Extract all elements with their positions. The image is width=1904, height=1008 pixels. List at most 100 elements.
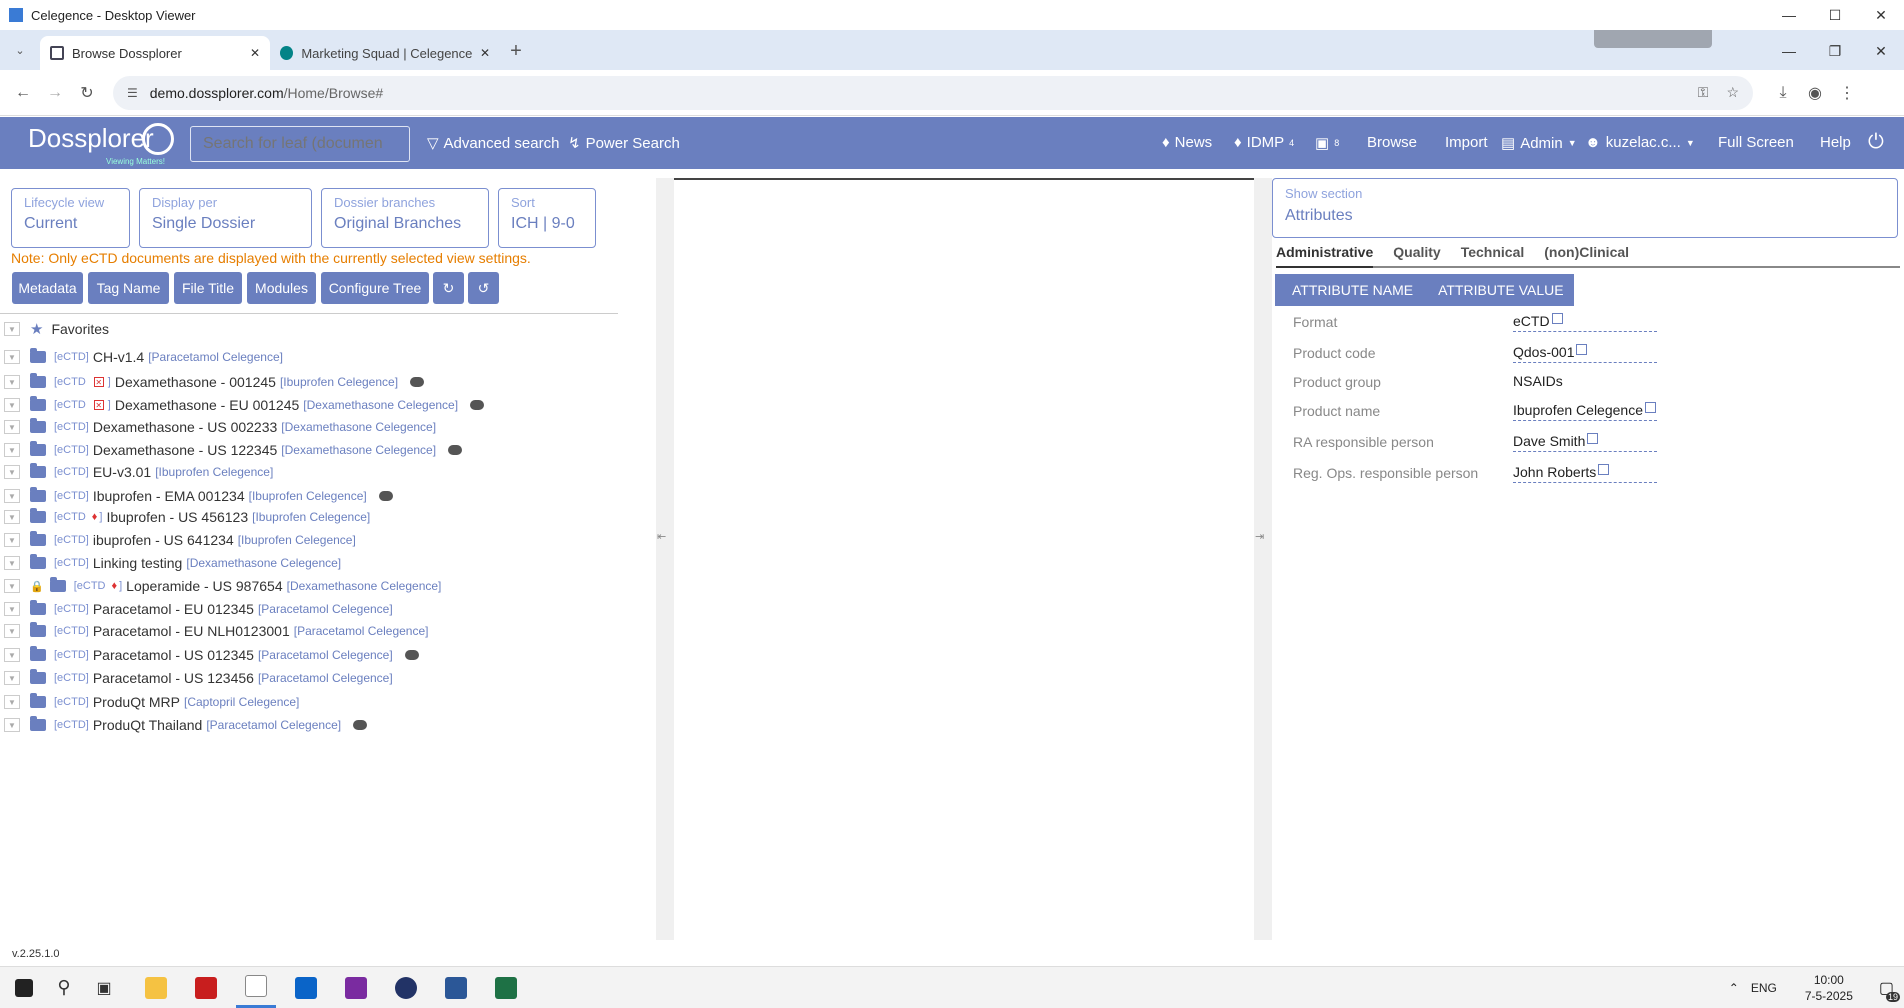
attribute-value[interactable]: Qdos-001 [1513,343,1657,363]
profile-icon[interactable]: ◉ [1799,77,1831,109]
tab-close-icon[interactable]: ✕ [480,46,490,60]
news-link[interactable]: ♦ News [1162,134,1212,151]
search-icon[interactable]: ⚲ [44,968,84,1008]
minimize-button[interactable]: — [1766,0,1812,30]
comment-icon[interactable] [448,445,463,455]
col-attribute-value[interactable]: ATTRIBUTE VALUE [1438,282,1564,298]
bookmark-star-icon[interactable]: ☆ [1726,84,1739,101]
refresh-icon[interactable]: ↻ [433,272,464,304]
modules-button[interactable]: Modules [247,272,316,304]
close-button[interactable]: ✕ [1858,0,1904,30]
show-section-select[interactable]: Show section Attributes [1272,178,1898,238]
edit-icon[interactable] [1551,312,1563,324]
url-field[interactable]: ☰ demo.dossplorer.com/Home/Browse# ⚿ ☆ [113,75,1753,110]
browser-minimize-button[interactable]: — [1766,36,1812,66]
lifecycle-view-select[interactable]: Lifecycle view Current [11,188,130,248]
import-link[interactable]: Import [1445,134,1488,151]
comment-icon[interactable] [410,377,425,387]
power-search-link[interactable]: ↯ Power Search [568,134,680,153]
left-splitter-arrow-icon[interactable]: ⇤ [657,530,666,543]
tree-item-dossier[interactable]: ▼ [eCTD ♦] Ibuprofen - US 456123 [Ibuprofen … [0,506,370,528]
right-splitter[interactable] [1254,178,1272,940]
windows-start-icon[interactable] [4,968,44,1008]
tab-nonclinical[interactable]: (non)Clinical [1544,244,1629,266]
tree-item-dossier[interactable]: ▼ [eCTD ✕] Dexamethasone - 001245 [Ibuprofen… [0,371,425,393]
tree-item-dossier[interactable]: ▼ [eCTD] EU-v3.01 [Ibuprofen Celegence] [0,461,273,483]
metadata-button[interactable]: Metadata [12,272,83,304]
tree-item-dossier[interactable]: ▼ [eCTD] Dexamethasone - US 002233 [Dexamet… [0,416,436,438]
advanced-search-link[interactable]: ▽ Advanced search [427,134,559,153]
tray-chevron-icon[interactable]: ⌃ [1729,981,1739,995]
expand-caret-icon[interactable]: ▼ [4,648,20,662]
tab-browse-dossplorer[interactable]: Browse Dossplorer ✕ [40,36,270,70]
leaf-search-input[interactable] [190,126,410,162]
tree-item-dossier[interactable]: ▼ [eCTD] ibuprofen - US 641234 [Ibuprofen C… [0,529,356,551]
notification-icon[interactable]: ▢ 19 [1879,978,1900,1002]
file-explorer-icon[interactable] [136,968,176,1008]
expand-caret-icon[interactable]: ▼ [4,718,20,732]
clock[interactable]: 10:00 7-5-2025 [1805,972,1853,1004]
back-arrow-icon[interactable]: ← [7,77,39,109]
expand-caret-icon[interactable]: ▼ [4,398,20,412]
tree-item-dossier[interactable]: ▼ [eCTD ✕] Dexamethasone - EU 001245 [Dexame… [0,394,485,416]
full-screen-link[interactable]: Full Screen [1718,134,1794,151]
tree-item-dossier[interactable]: ▼ [eCTD] ProduQt MRP [Captopril Celegence] [0,691,299,713]
reset-icon[interactable]: ↺ [468,272,499,304]
expand-caret-icon[interactable]: ▼ [4,624,20,638]
expand-caret-icon[interactable]: ▼ [4,443,20,457]
site-info-icon[interactable]: ☰ [127,86,138,100]
security-icon[interactable] [386,968,426,1008]
left-splitter[interactable] [656,178,674,940]
comment-icon[interactable] [353,720,368,730]
expand-caret-icon[interactable]: ▼ [4,579,20,593]
expand-caret-icon[interactable]: ▼ [4,671,20,685]
configure-tree-button[interactable]: Configure Tree [321,272,429,304]
tab-close-icon[interactable]: ✕ [250,46,260,60]
tree-item-dossier[interactable]: ▼ [eCTD] ProduQt Thailand [Paracetamol Cele… [0,714,368,736]
comment-icon[interactable] [404,650,419,660]
drag-strip[interactable] [1594,30,1712,48]
expand-caret-icon[interactable]: ▼ [4,533,20,547]
task-view-icon[interactable]: ▣ [84,968,124,1008]
tab-quality[interactable]: Quality [1393,244,1440,266]
dossier-branches-select[interactable]: Dossier branches Original Branches [321,188,489,248]
tab-administrative[interactable]: Administrative [1276,244,1374,268]
tag-name-button[interactable]: Tag Name [88,272,169,304]
expand-caret-icon[interactable]: ▼ [4,465,20,479]
col-attribute-name[interactable]: ATTRIBUTE NAME [1292,282,1413,298]
reload-icon[interactable]: ↻ [71,77,103,109]
file-title-button[interactable]: File Title [174,272,242,304]
excel-icon[interactable] [486,968,526,1008]
attribute-value[interactable]: Dave Smith [1513,432,1657,452]
word-icon[interactable] [436,968,476,1008]
user-dropdown[interactable]: ☻ kuzelac.c... ▼ [1585,134,1695,151]
edit-icon[interactable] [1576,343,1588,355]
tab-technical[interactable]: Technical [1461,244,1525,266]
comment-icon[interactable] [378,491,393,501]
browser-close-button[interactable]: ✕ [1858,36,1904,66]
sort-select[interactable]: Sort ICH | 9-0 [498,188,596,248]
expand-caret-icon[interactable]: ▼ [4,350,20,364]
attribute-value[interactable]: Ibuprofen Celegence [1513,401,1657,421]
expand-caret-icon[interactable]: ▼ [4,420,20,434]
browse-link[interactable]: Browse [1367,134,1417,151]
tree-item-dossier[interactable]: ▼ [eCTD] CH-v1.4 [Paracetamol Celegence] [0,346,283,368]
attribute-value[interactable]: John Roberts [1513,463,1657,483]
idmp-link[interactable]: ♦ IDMP 4 [1234,134,1294,151]
tree-item-dossier[interactable]: ▼ 🔒 [eCTD ♦] Loperamide - US 987654 [Dexameth… [0,575,441,597]
tree-item-dossier[interactable]: ▼ [eCTD] Paracetamol - US 123456 [Paracetam… [0,667,393,689]
password-key-icon[interactable]: ⚿ [1698,84,1709,101]
expand-caret-icon[interactable]: ▼ [4,322,20,336]
tree-item-dossier[interactable]: ▼ [eCTD] Ibuprofen - EMA 001234 [Ibuprofen … [0,485,393,507]
tab-marketing-squad[interactable]: Marketing Squad | Celegence - ✕ [270,36,500,70]
forward-arrow-icon[interactable]: → [39,77,71,109]
edit-icon[interactable] [1645,401,1656,413]
browser-menu-icon[interactable]: ⋮ [1831,77,1863,109]
display-per-select[interactable]: Display per Single Dossier [139,188,312,248]
tree-item-dossier[interactable]: ▼ [eCTD] Linking testing [Dexamethasone Cel… [0,552,341,574]
favorites-row[interactable]: ▼ ★ Favorites [0,318,109,340]
tab-list-chevron-icon[interactable]: ⌄ [4,34,36,66]
dossplorer-logo[interactable]: Dossplorer Viewing Matters! [28,123,178,166]
right-splitter-arrow-icon[interactable]: ⇥ [1255,530,1264,543]
expand-caret-icon[interactable]: ▼ [4,510,20,524]
